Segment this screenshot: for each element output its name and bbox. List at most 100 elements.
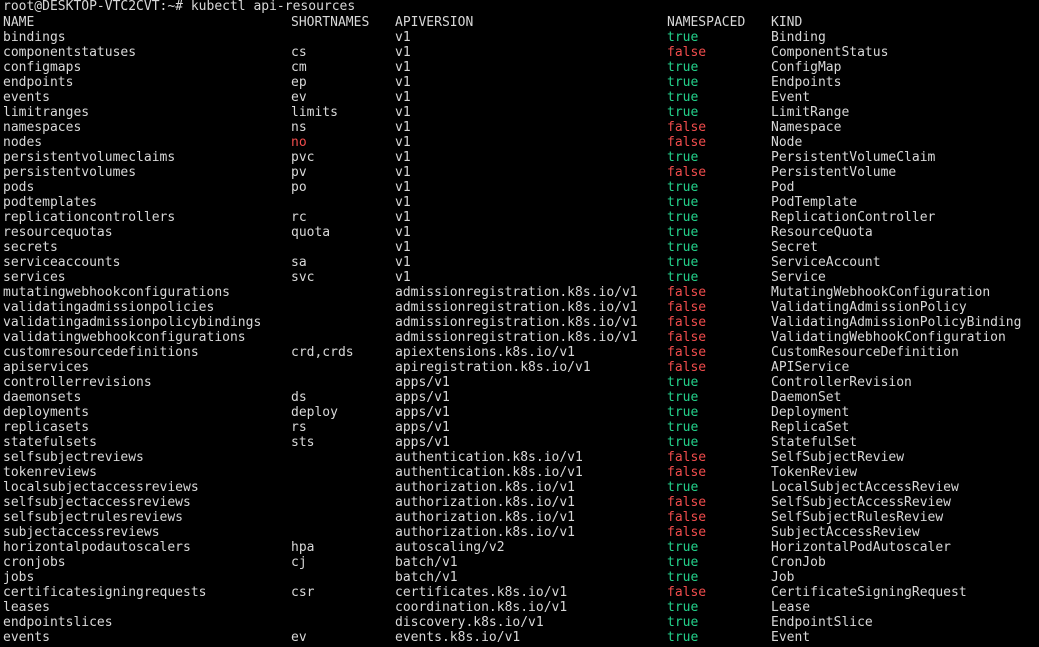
table-row: localsubjectaccessreviews authorization.k… xyxy=(3,480,1039,495)
resource-name: limitranges xyxy=(3,105,90,120)
resource-name: validatingadmissionpolicybindings xyxy=(3,315,262,330)
resource-name: events xyxy=(3,90,50,105)
resource-namespaced: false xyxy=(667,450,707,465)
resource-name: apiservices xyxy=(3,360,90,375)
table-row: selfsubjectaccessreviews authorization.k8… xyxy=(3,495,1039,510)
resource-apiversion: batch/v1 xyxy=(395,555,458,570)
table-header: NAME SHORTNAMES APIVERSION NAMESPACED KI… xyxy=(3,15,1039,30)
resource-kind: Secret xyxy=(771,240,818,255)
resource-apiversion: authorization.k8s.io/v1 xyxy=(395,495,576,510)
resource-name: replicationcontrollers xyxy=(3,210,176,225)
resource-kind: ComponentStatus xyxy=(771,45,889,60)
resource-apiversion: apps/v1 xyxy=(395,405,450,420)
resource-name: endpoints xyxy=(3,75,74,90)
resource-namespaced: true xyxy=(667,405,699,420)
resource-namespaced: false xyxy=(667,465,707,480)
resource-kind: ReplicaSet xyxy=(771,420,850,435)
resource-name: resourcequotas xyxy=(3,225,113,240)
resource-list: bindings v1 true Binding componentstatuses cs… xyxy=(3,30,1039,645)
table-row: deployments deploy apps/v1 true Deployment xyxy=(3,405,1039,420)
resource-name: persistentvolumes xyxy=(3,165,137,180)
resource-name: localsubjectaccessreviews xyxy=(3,480,199,495)
resource-name: daemonsets xyxy=(3,390,82,405)
resource-shortnames: hpa xyxy=(291,540,315,555)
resource-namespaced: false xyxy=(667,165,707,180)
resource-kind: Node xyxy=(771,135,803,150)
table-row: cronjobs cj batch/v1 true CronJob xyxy=(3,555,1039,570)
command-prompt: root@DESKTOP-VTC2CVT:~# kubectl api-reso… xyxy=(3,0,356,14)
resource-namespaced: false xyxy=(667,585,707,600)
resource-kind: LocalSubjectAccessReview xyxy=(771,480,959,495)
resource-kind: Binding xyxy=(771,30,826,45)
resource-shortnames: limits xyxy=(291,105,338,120)
resource-name: jobs xyxy=(3,570,35,585)
resource-kind: DaemonSet xyxy=(771,390,842,405)
resource-namespaced: true xyxy=(667,180,699,195)
resource-namespaced: false xyxy=(667,45,707,60)
resource-name: serviceaccounts xyxy=(3,255,121,270)
resource-name: leases xyxy=(3,600,50,615)
table-row: limitranges limits v1 true LimitRange xyxy=(3,105,1039,120)
resource-kind: SelfSubjectAccessReview xyxy=(771,495,952,510)
resource-name: podtemplates xyxy=(3,195,97,210)
resource-kind: Job xyxy=(771,570,795,585)
resource-namespaced: false xyxy=(667,495,707,510)
resource-namespaced: false xyxy=(667,345,707,360)
table-row: bindings v1 true Binding xyxy=(3,30,1039,45)
resource-shortnames: cj xyxy=(291,555,307,570)
resource-apiversion: apps/v1 xyxy=(395,435,450,450)
resource-apiversion: v1 xyxy=(395,30,411,45)
resource-namespaced: true xyxy=(667,150,699,165)
resource-name: cronjobs xyxy=(3,555,66,570)
terminal-window[interactable]: root@DESKTOP-VTC2CVT:~# kubectl api-reso… xyxy=(0,0,1039,647)
resource-shortnames: deploy xyxy=(291,405,338,420)
resource-name: configmaps xyxy=(3,60,82,75)
resource-kind: StatefulSet xyxy=(771,435,858,450)
resource-namespaced: true xyxy=(667,30,699,45)
resource-namespaced: true xyxy=(667,75,699,90)
table-row: validatingadmissionpolicies admissionregi… xyxy=(3,300,1039,315)
resource-apiversion: v1 xyxy=(395,90,411,105)
resource-namespaced: true xyxy=(667,105,699,120)
table-row: customresourcedefinitions crd,crds apiexte… xyxy=(3,345,1039,360)
table-row: jobs batch/v1 true Job xyxy=(3,570,1039,585)
resource-namespaced: true xyxy=(667,480,699,495)
resource-apiversion: autoscaling/v2 xyxy=(395,540,505,555)
table-row: validatingadmissionpolicybindings admissi… xyxy=(3,315,1039,330)
resource-namespaced: true xyxy=(667,210,699,225)
table-row: controllerrevisions apps/v1 true Controller… xyxy=(3,375,1039,390)
resource-kind: SelfSubjectRulesReview xyxy=(771,510,944,525)
resource-apiversion: v1 xyxy=(395,75,411,90)
resource-apiversion: v1 xyxy=(395,195,411,210)
resource-shortnames: ep xyxy=(291,75,307,90)
resource-namespaced: true xyxy=(667,390,699,405)
table-row: componentstatuses cs v1 false ComponentStatu… xyxy=(3,45,1039,60)
table-row: selfsubjectreviews authentication.k8s.io/… xyxy=(3,450,1039,465)
table-row: pods po v1 true Pod xyxy=(3,180,1039,195)
resource-kind: Service xyxy=(771,270,826,285)
resource-apiversion: v1 xyxy=(395,210,411,225)
resource-shortnames: svc xyxy=(291,270,315,285)
resource-namespaced: false xyxy=(667,510,707,525)
resource-kind: Event xyxy=(771,630,811,645)
table-row: persistentvolumes pv v1 false PersistentVolu… xyxy=(3,165,1039,180)
resource-shortnames: ev xyxy=(291,90,307,105)
resource-shortnames: no xyxy=(291,135,307,150)
resource-apiversion: v1 xyxy=(395,150,411,165)
table-row: apiservices apiregistration.k8s.io/v1 fals… xyxy=(3,360,1039,375)
resource-name: services xyxy=(3,270,66,285)
resource-apiversion: apps/v1 xyxy=(395,420,450,435)
resource-apiversion: apps/v1 xyxy=(395,375,450,390)
resource-name: selfsubjectaccessreviews xyxy=(3,495,191,510)
resource-namespaced: false xyxy=(667,360,707,375)
resource-name: endpointslices xyxy=(3,615,113,630)
resource-kind: MutatingWebhookConfiguration xyxy=(771,285,991,300)
resource-kind: PersistentVolume xyxy=(771,165,897,180)
resource-apiversion: admissionregistration.k8s.io/v1 xyxy=(395,285,638,300)
table-row: endpoints ep v1 true Endpoints xyxy=(3,75,1039,90)
resource-name: nodes xyxy=(3,135,43,150)
resource-name: persistentvolumeclaims xyxy=(3,150,176,165)
resource-shortnames: pvc xyxy=(291,150,315,165)
resource-name: certificatesigningrequests xyxy=(3,585,207,600)
resource-namespaced: true xyxy=(667,255,699,270)
